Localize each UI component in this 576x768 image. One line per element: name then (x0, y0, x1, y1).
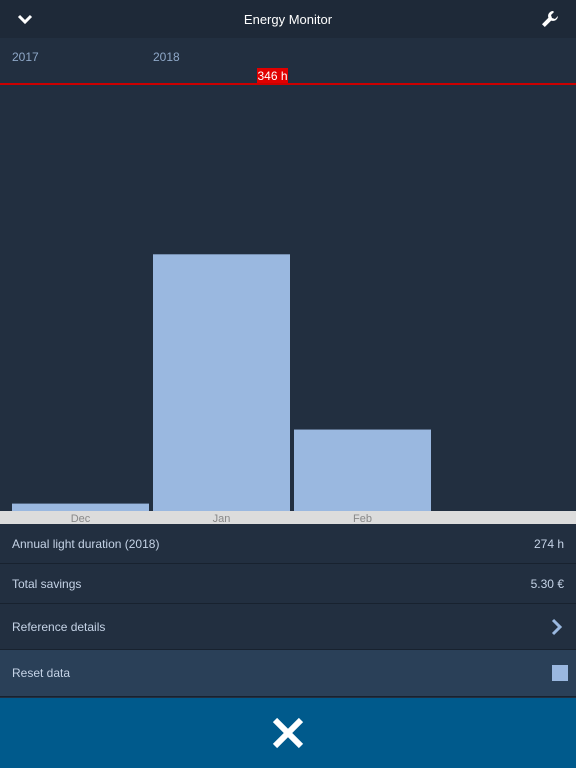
footer-bar (0, 698, 576, 768)
settings-list: Annual light duration (2018) 274 h Total… (0, 524, 576, 697)
bar-jan[interactable] (153, 254, 290, 512)
reset-checkbox[interactable] (552, 665, 568, 681)
chevron-right-icon (551, 618, 563, 635)
page-title: Energy Monitor (243, 11, 333, 27)
reset-data-row[interactable]: Reset data (0, 650, 576, 697)
year-selector: 2017 2018 (0, 50, 576, 66)
row-label: Reference details (12, 619, 106, 634)
x-tick-label: Feb (353, 513, 372, 524)
wrench-icon[interactable] (540, 9, 560, 29)
bar-feb[interactable] (294, 429, 431, 511)
bar-dec[interactable] (12, 503, 149, 511)
row-label: Annual light duration (2018) (12, 536, 160, 551)
reference-details-row[interactable]: Reference details (0, 604, 576, 650)
total-savings-row: Total savings 5.30 € (0, 564, 576, 604)
year-2017[interactable]: 2017 (12, 50, 39, 64)
row-label: Reset data (12, 666, 71, 680)
x-tick-label: Jan (213, 513, 231, 524)
max-line-label: 346 h (257, 69, 287, 83)
chevron-down-icon[interactable] (16, 10, 34, 28)
top-bar: Energy Monitor (0, 0, 576, 38)
year-2018[interactable]: 2018 (153, 50, 180, 64)
bar-chart: Dec Jan Feb 346 h (0, 68, 576, 524)
row-value: 274 h (533, 536, 564, 551)
row-label: Total savings (12, 576, 82, 591)
annual-duration-row: Annual light duration (2018) 274 h (0, 524, 576, 564)
close-icon[interactable] (271, 716, 305, 750)
row-value: 5.30 € (530, 576, 564, 591)
x-tick-label: Dec (71, 513, 91, 524)
